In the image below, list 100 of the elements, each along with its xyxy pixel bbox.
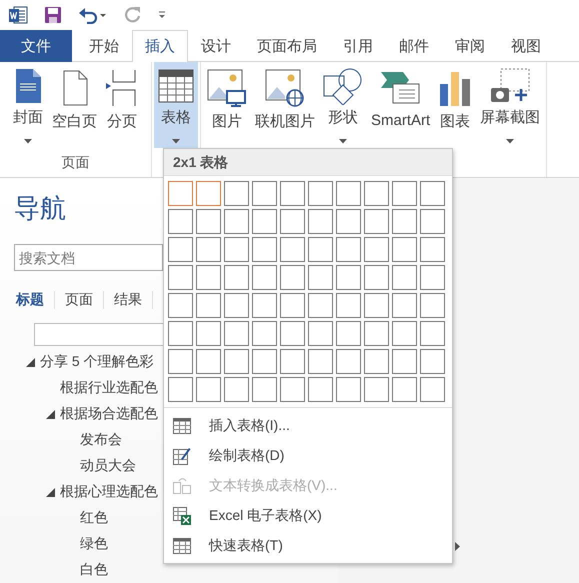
- grid-cell[interactable]: [420, 181, 445, 206]
- grid-cell[interactable]: [420, 377, 445, 402]
- heading-item[interactable]: 发布会: [80, 431, 122, 449]
- heading-item[interactable]: 分享 5 个理解色彩: [40, 353, 154, 371]
- grid-cell[interactable]: [252, 265, 277, 290]
- save-icon[interactable]: [44, 6, 62, 24]
- grid-cell[interactable]: [252, 181, 277, 206]
- ribbon-tab[interactable]: 插入: [132, 30, 188, 62]
- ribbon-tab[interactable]: 页面布局: [244, 30, 330, 62]
- grid-cell[interactable]: [308, 377, 333, 402]
- grid-cell[interactable]: [336, 265, 361, 290]
- ribbon-button[interactable]: 封面: [8, 62, 48, 148]
- grid-cell[interactable]: [252, 321, 277, 346]
- grid-cell[interactable]: [252, 237, 277, 262]
- grid-cell[interactable]: [308, 237, 333, 262]
- ribbon-tab[interactable]: 引用: [330, 30, 386, 62]
- ribbon-button[interactable]: 屏幕截图: [476, 62, 544, 148]
- grid-cell[interactable]: [336, 321, 361, 346]
- grid-cell[interactable]: [196, 377, 221, 402]
- grid-cell[interactable]: [168, 349, 193, 374]
- grid-cell[interactable]: [420, 349, 445, 374]
- grid-cell[interactable]: [364, 181, 389, 206]
- menu-item[interactable]: 绘制表格(D): [164, 441, 468, 471]
- expanded-triangle-icon[interactable]: [46, 410, 54, 418]
- grid-cell[interactable]: [392, 181, 417, 206]
- heading-item[interactable]: 绿色: [80, 535, 108, 553]
- grid-cell[interactable]: [364, 349, 389, 374]
- ribbon-button[interactable]: 空白页: [48, 62, 101, 148]
- grid-cell[interactable]: [196, 209, 221, 234]
- grid-cell[interactable]: [364, 237, 389, 262]
- expanded-triangle-icon[interactable]: [46, 488, 54, 496]
- grid-cell[interactable]: [420, 265, 445, 290]
- grid-cell[interactable]: [308, 293, 333, 318]
- expanded-triangle-icon[interactable]: [26, 358, 34, 366]
- navigation-tab[interactable]: 结果: [104, 290, 153, 309]
- grid-cell[interactable]: [252, 209, 277, 234]
- grid-cell[interactable]: [196, 181, 221, 206]
- menu-item[interactable]: 快速表格(T): [164, 531, 468, 561]
- grid-cell[interactable]: [280, 181, 305, 206]
- grid-cell[interactable]: [280, 209, 305, 234]
- grid-cell[interactable]: [308, 349, 333, 374]
- grid-cell[interactable]: [392, 209, 417, 234]
- heading-item[interactable]: 根据行业选配色: [60, 379, 158, 397]
- grid-cell[interactable]: [224, 293, 249, 318]
- grid-cell[interactable]: [168, 265, 193, 290]
- heading-item[interactable]: 红色: [80, 509, 108, 527]
- grid-cell[interactable]: [252, 377, 277, 402]
- grid-cell[interactable]: [392, 237, 417, 262]
- ribbon-tab[interactable]: 设计: [188, 30, 244, 62]
- heading-item[interactable]: 根据心理选配色: [60, 483, 158, 501]
- grid-cell[interactable]: [336, 237, 361, 262]
- grid-cell[interactable]: [364, 377, 389, 402]
- ribbon-tab[interactable]: 审阅: [442, 30, 498, 62]
- heading-item[interactable]: 根据场合选配色: [60, 405, 158, 423]
- grid-cell[interactable]: [280, 349, 305, 374]
- search-field[interactable]: 搜索文档: [14, 244, 163, 272]
- word-logo-icon[interactable]: [8, 5, 28, 25]
- grid-cell[interactable]: [280, 293, 305, 318]
- file-tab[interactable]: 文件: [0, 30, 72, 62]
- grid-cell[interactable]: [168, 293, 193, 318]
- grid-cell[interactable]: [336, 293, 361, 318]
- grid-cell[interactable]: [168, 237, 193, 262]
- navigation-tab[interactable]: 页面: [55, 290, 104, 309]
- grid-cell[interactable]: [196, 265, 221, 290]
- ribbon-tab[interactable]: 邮件: [386, 30, 442, 62]
- grid-cell[interactable]: [392, 321, 417, 346]
- ribbon-button[interactable]: 图片: [203, 62, 251, 148]
- grid-cell[interactable]: [280, 237, 305, 262]
- grid-cell[interactable]: [308, 321, 333, 346]
- grid-cell[interactable]: [224, 321, 249, 346]
- ribbon-tab[interactable]: 开始: [76, 30, 132, 62]
- grid-cell[interactable]: [336, 349, 361, 374]
- ribbon-button[interactable]: SmartArt: [367, 62, 434, 148]
- grid-cell[interactable]: [392, 265, 417, 290]
- grid-cell[interactable]: [308, 209, 333, 234]
- heading-item[interactable]: 动员大会: [80, 457, 136, 475]
- grid-cell[interactable]: [196, 237, 221, 262]
- grid-cell[interactable]: [224, 349, 249, 374]
- grid-cell[interactable]: [364, 209, 389, 234]
- menu-item[interactable]: 插入表格(I)...: [164, 411, 468, 441]
- grid-cell[interactable]: [252, 293, 277, 318]
- grid-cell[interactable]: [224, 181, 249, 206]
- grid-cell[interactable]: [168, 377, 193, 402]
- grid-cell[interactable]: [224, 265, 249, 290]
- grid-cell[interactable]: [196, 321, 221, 346]
- grid-cell[interactable]: [168, 321, 193, 346]
- grid-cell[interactable]: [280, 265, 305, 290]
- grid-cell[interactable]: [336, 377, 361, 402]
- grid-cell[interactable]: [364, 321, 389, 346]
- undo-icon[interactable]: [78, 6, 108, 24]
- grid-cell[interactable]: [224, 377, 249, 402]
- grid-cell[interactable]: [336, 209, 361, 234]
- grid-cell[interactable]: [196, 349, 221, 374]
- grid-cell[interactable]: [280, 377, 305, 402]
- heading-item[interactable]: 白色: [80, 561, 108, 579]
- grid-cell[interactable]: [364, 293, 389, 318]
- redo-icon[interactable]: [124, 6, 142, 24]
- ribbon-button[interactable]: 联机图片: [251, 62, 319, 148]
- grid-cell[interactable]: [252, 349, 277, 374]
- grid-cell[interactable]: [392, 349, 417, 374]
